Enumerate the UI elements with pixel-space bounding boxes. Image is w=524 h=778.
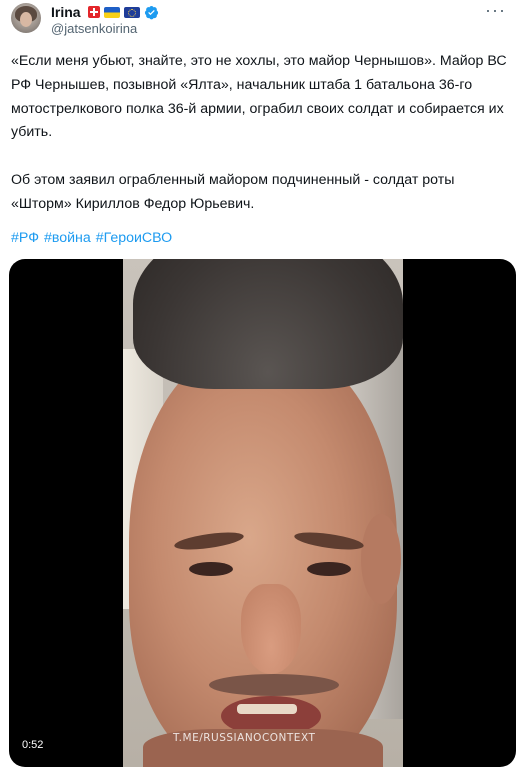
hashtag-link[interactable]: #ГероиСВО xyxy=(96,230,173,246)
ear xyxy=(361,514,401,604)
author-handle[interactable]: @jatsenkoirina xyxy=(51,21,137,36)
hashtag-link[interactable]: #РФ xyxy=(11,230,39,246)
swiss-flag-icon xyxy=(87,6,100,18)
video-duration: 0:52 xyxy=(17,737,49,754)
tweet-text: «Если меня убьют, знайте, это не хохлы, … xyxy=(11,50,511,217)
tweet-paragraph-2: Об этом заявил ограбленный майором подчи… xyxy=(11,172,455,212)
verified-badge-icon xyxy=(144,5,158,19)
hashtag-link[interactable]: #война xyxy=(44,230,91,246)
nose xyxy=(241,584,301,674)
eye xyxy=(307,562,351,576)
tweet: Irina @jatsenkoirina ··· «Если меня убью… xyxy=(0,0,524,778)
eu-flag-icon xyxy=(123,6,140,18)
avatar-face xyxy=(20,12,32,27)
video-player[interactable]: T.ME/RUSSIANOCONTEXT 0:52 xyxy=(9,259,516,767)
eyebrow xyxy=(173,529,245,553)
avatar[interactable] xyxy=(11,3,41,33)
moustache xyxy=(209,674,339,696)
more-options-icon[interactable]: ··· xyxy=(485,1,506,19)
tweet-paragraph-1: «Если меня убьют, знайте, это не хохлы, … xyxy=(11,53,507,141)
eye xyxy=(189,562,233,576)
hashtags: #РФ #война #ГероиСВО xyxy=(11,227,173,249)
video-watermark: T.ME/RUSSIANOCONTEXT xyxy=(173,732,316,744)
cap xyxy=(133,259,403,389)
ukraine-flag-icon xyxy=(103,6,120,18)
teeth xyxy=(237,704,297,714)
author-name-row: Irina xyxy=(51,4,159,20)
video-frame xyxy=(123,259,403,767)
person-head xyxy=(129,344,401,767)
eyebrow xyxy=(293,529,365,553)
author-name[interactable]: Irina xyxy=(51,4,81,20)
